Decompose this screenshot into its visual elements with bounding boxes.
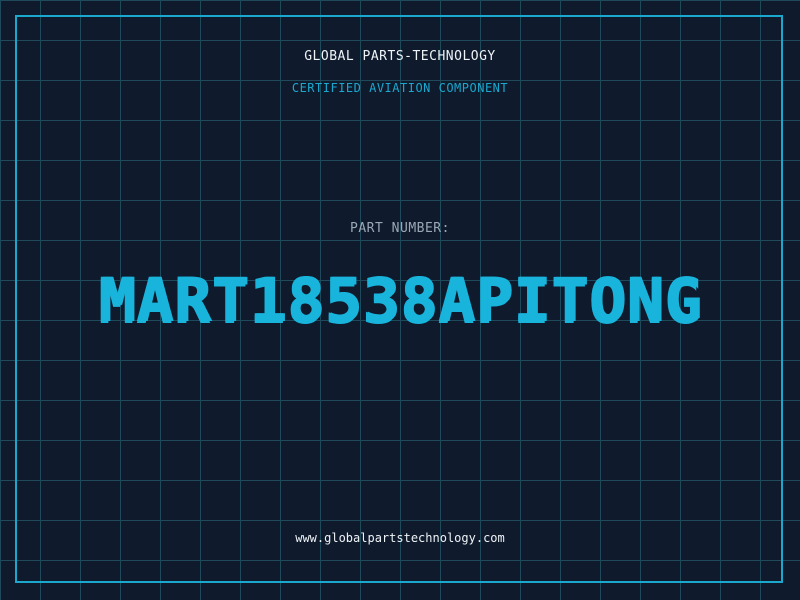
part-number-label: PART NUMBER: bbox=[350, 221, 450, 236]
company-name: GLOBAL PARTS-TECHNOLOGY bbox=[304, 49, 496, 64]
part-label-canvas: GLOBAL PARTS-TECHNOLOGY CERTIFIED AVIATI… bbox=[0, 0, 800, 600]
part-number-container: MART18538APITONG bbox=[0, 255, 800, 345]
website-url: www.globalpartstechnology.com bbox=[295, 531, 505, 545]
certification-subtitle: CERTIFIED AVIATION COMPONENT bbox=[291, 81, 509, 95]
part-number-value: MART18538APITONG bbox=[98, 264, 702, 336]
